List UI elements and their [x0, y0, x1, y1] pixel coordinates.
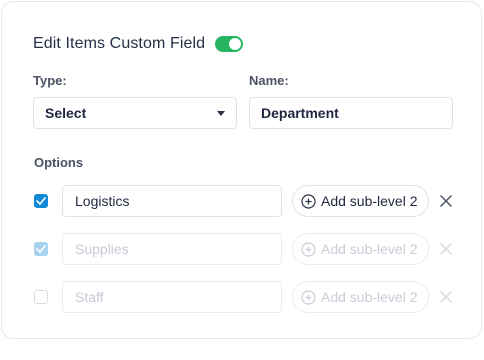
add-sublevel-button[interactable]: Add sub-level 2 — [292, 185, 429, 217]
card-header: Edit Items Custom Field — [33, 35, 244, 53]
toggle-knob — [229, 38, 242, 50]
type-select[interactable]: Select — [33, 97, 237, 129]
option-input-logistics[interactable]: Logistics — [62, 185, 282, 217]
option-input-staff[interactable]: Staff — [62, 281, 282, 313]
option-value: Logistics — [75, 193, 130, 209]
custom-field-card: Edit Items Custom Field Type: Select Nam… — [1, 1, 482, 339]
name-label: Name: — [249, 73, 289, 88]
plus-circle-icon — [301, 193, 316, 209]
add-sublevel-label: Add sub-level 2 — [321, 289, 418, 305]
add-sublevel-label: Add sub-level 2 — [321, 193, 418, 209]
remove-option-icon[interactable] — [439, 290, 453, 304]
plus-circle-icon — [301, 241, 316, 257]
option-input-supplies[interactable]: Supplies — [62, 233, 282, 265]
type-label: Type: — [33, 73, 67, 88]
option-value: Staff — [75, 289, 104, 305]
option-checkbox-logistics[interactable] — [34, 194, 48, 208]
plus-circle-icon — [301, 289, 316, 305]
page-title: Edit Items Custom Field — [33, 35, 206, 52]
option-checkbox-staff[interactable] — [34, 290, 48, 304]
type-select-value: Select — [45, 105, 87, 121]
remove-option-icon[interactable] — [439, 242, 453, 256]
option-value: Supplies — [75, 241, 129, 257]
option-checkbox-supplies[interactable] — [34, 242, 48, 256]
name-input[interactable]: Department — [249, 97, 453, 129]
options-label: Options — [34, 155, 84, 170]
name-input-value: Department — [261, 105, 339, 121]
remove-option-icon[interactable] — [439, 194, 453, 208]
add-sublevel-button[interactable]: Add sub-level 2 — [292, 281, 429, 313]
caret-down-icon — [217, 110, 225, 116]
add-sublevel-button[interactable]: Add sub-level 2 — [292, 233, 429, 265]
add-sublevel-label: Add sub-level 2 — [321, 241, 418, 257]
check-icon — [36, 245, 46, 253]
check-icon — [36, 197, 46, 205]
enable-toggle[interactable] — [215, 36, 244, 52]
